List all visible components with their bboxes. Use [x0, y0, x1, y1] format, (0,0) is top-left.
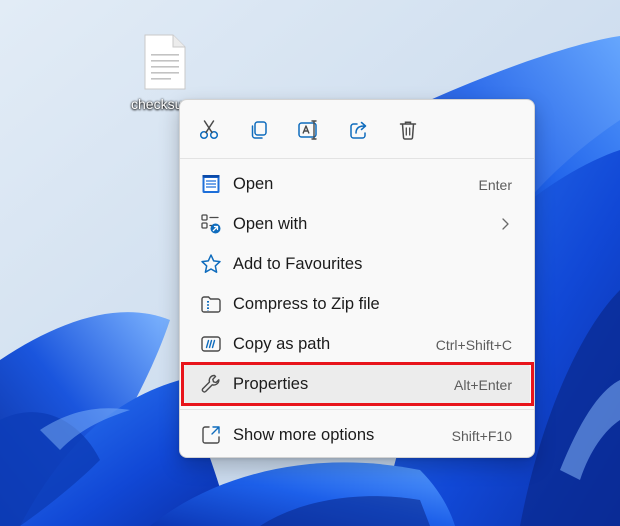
menu-item-shortcut: Shift+F10 — [451, 428, 512, 444]
context-menu: Open Enter Open with Add to Favourites C… — [179, 99, 535, 458]
copy-icon — [251, 121, 267, 139]
text-file-icon — [144, 34, 186, 90]
menu-item-label: Copy as path — [233, 335, 331, 353]
menu-item-show-more-options[interactable]: Show more options Shift+F10 — [184, 415, 530, 455]
notepad-icon — [202, 175, 220, 193]
menu-item-label: Properties — [233, 375, 309, 393]
trash-icon — [399, 121, 417, 140]
copy-path-icon — [201, 336, 221, 352]
menu-item-label: Compress to Zip file — [233, 295, 380, 313]
share-icon — [350, 121, 367, 139]
menu-item-label: Add to Favourites — [233, 255, 363, 273]
zip-folder-icon — [201, 296, 221, 313]
desktop: checksu Open Enter Open with Add to Favo… — [0, 0, 620, 526]
menu-item-shortcut: Ctrl+Shift+C — [435, 337, 512, 353]
open-with-icon — [201, 214, 221, 234]
menu-item-add-to-favourites[interactable]: Add to Favourites — [184, 244, 530, 284]
rename-icon — [298, 120, 317, 140]
menu-divider — [180, 409, 534, 410]
menu-item-open[interactable]: Open Enter — [184, 164, 530, 204]
copy-button[interactable] — [243, 114, 275, 146]
menu-divider — [180, 158, 534, 159]
cut-button[interactable] — [193, 114, 225, 146]
chevron-right-icon — [502, 218, 509, 230]
menu-item-shortcut: Alt+Enter — [454, 377, 512, 393]
wrench-icon — [201, 374, 220, 393]
menu-item-compress-zip[interactable]: Compress to Zip file — [184, 284, 530, 324]
menu-item-properties[interactable]: Properties Alt+Enter — [184, 364, 530, 404]
menu-item-shortcut: Enter — [478, 177, 512, 193]
rename-button[interactable] — [293, 114, 325, 146]
show-more-icon — [202, 426, 220, 444]
scissors-icon — [199, 120, 219, 140]
share-button[interactable] — [343, 114, 375, 146]
menu-item-label: Open with — [233, 215, 308, 233]
context-action-bar — [180, 100, 534, 158]
delete-button[interactable] — [392, 114, 424, 146]
star-icon — [201, 254, 221, 273]
menu-item-label: Open — [233, 175, 274, 193]
menu-item-copy-as-path[interactable]: Copy as path Ctrl+Shift+C — [184, 324, 530, 364]
menu-item-label: Show more options — [233, 426, 375, 444]
menu-item-open-with[interactable]: Open with — [184, 204, 530, 244]
